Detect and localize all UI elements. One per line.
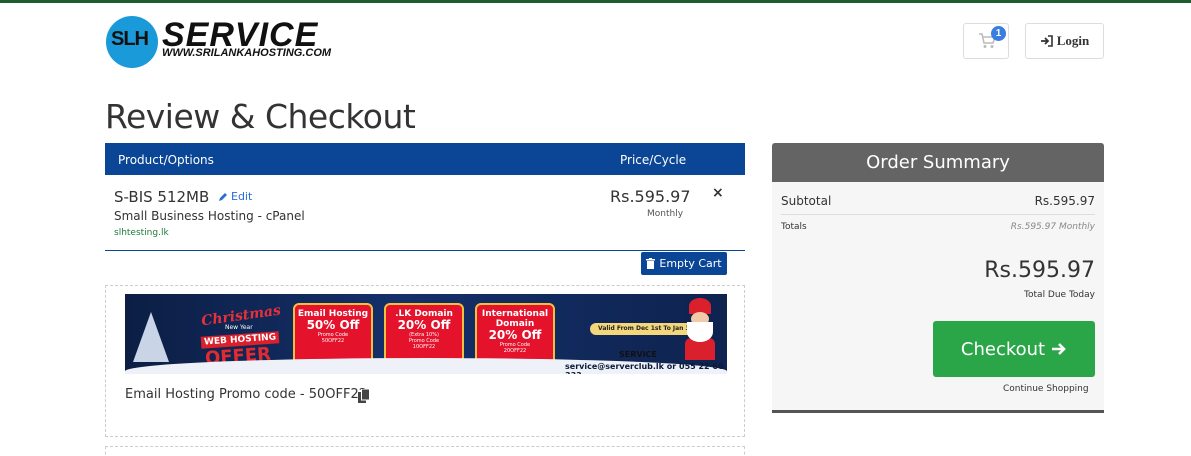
item-description: Small Business Hosting - cPanel (114, 209, 305, 223)
deal-title: International Domain (481, 309, 549, 329)
pencil-icon (219, 192, 227, 201)
column-header-product: Product/Options (118, 153, 214, 167)
total-due-label: Total Due Today (1024, 290, 1095, 300)
logo-url: WWW.SRILANKAHOSTING.COM (162, 47, 332, 59)
cart-count-badge: 1 (991, 26, 1006, 41)
subtotal-value: Rs.595.97 (1034, 194, 1095, 208)
cart-table-header: Product/Options Price/Cycle (105, 143, 745, 175)
banner-contact: service@serverclub.lk or 055 22 66 333 (565, 362, 724, 374)
copy-icon[interactable] (358, 389, 370, 403)
arrow-right-icon (1052, 343, 1066, 355)
promo-banner[interactable]: Christmas New Year WEB HOSTING OFFER Ema… (125, 294, 727, 374)
logo-badge: SLH (106, 16, 158, 68)
totals-label: Totals (781, 222, 807, 232)
christmas-tree-icon (133, 312, 169, 362)
site-logo[interactable]: SLH SERVICE WWW.SRILANKAHOSTING.COM (106, 16, 346, 68)
empty-cart-button[interactable]: Empty Cart (641, 252, 727, 275)
order-summary-panel: Order Summary Subtotal Rs.595.97 Totals … (772, 143, 1104, 413)
promo-code-text: Email Hosting Promo code - 50OFF22 (125, 387, 367, 402)
total-due-amount: Rs.595.97 (984, 258, 1095, 283)
continue-shopping-link[interactable]: Continue Shopping (1003, 384, 1089, 394)
column-header-price: Price/Cycle (620, 153, 687, 167)
deal-code: 50OFF22 (321, 338, 345, 344)
item-domain: slhtesting.lk (114, 228, 169, 238)
checkout-button[interactable]: Checkout (933, 321, 1095, 377)
login-label: Login (1056, 33, 1090, 48)
empty-cart-label: Empty Cart (659, 257, 722, 270)
remove-item-button[interactable]: × (712, 185, 724, 201)
banner-brand: SERVICE (619, 350, 657, 359)
santa-icon (683, 298, 717, 360)
cart-item-row: S-BIS 512MB Edit Small Business Hosting … (105, 175, 745, 251)
promo-section: Christmas New Year WEB HOSTING OFFER Ema… (105, 285, 745, 437)
deal-percent: 50% Off (306, 318, 360, 332)
deal-percent: 20% Off (488, 328, 542, 342)
subtotal-label: Subtotal (781, 194, 832, 208)
edit-label: Edit (231, 190, 253, 203)
deal-card: .LK Domain 20% Off (Extra 10%) Promo Cod… (384, 303, 464, 366)
banner-subtitle: New Year (225, 324, 253, 331)
deal-card: Email Hosting 50% Off Promo Code 50OFF22 (293, 303, 373, 366)
item-name: S-BIS 512MB (114, 188, 210, 206)
summary-divider (781, 214, 1095, 215)
cart-button[interactable]: 1 (963, 23, 1009, 59)
totals-value: Rs.595.97 Monthly (1010, 222, 1095, 232)
item-price: Rs.595.97 (610, 187, 691, 206)
deal-card: International Domain 20% Off Promo Code … (475, 303, 555, 366)
top-accent-line (0, 0, 1191, 3)
sign-in-icon (1040, 35, 1053, 47)
promo-section-secondary (105, 446, 745, 456)
deal-percent: 20% Off (397, 318, 451, 332)
trash-icon (646, 258, 656, 269)
deal-code: 20OFF22 (503, 348, 527, 354)
order-summary-title: Order Summary (772, 143, 1104, 182)
page-title: Review & Checkout (105, 97, 416, 136)
logo-badge-text: SLH (111, 28, 149, 50)
deal-code: 10OFF22 (412, 344, 436, 350)
login-button[interactable]: Login (1025, 23, 1104, 59)
item-billing-cycle: Monthly (647, 209, 684, 219)
edit-item-link[interactable]: Edit (218, 190, 252, 203)
checkout-label: Checkout (960, 338, 1046, 360)
